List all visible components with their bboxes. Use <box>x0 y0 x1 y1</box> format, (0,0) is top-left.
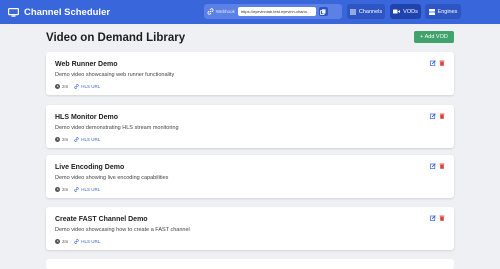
hls-url-link[interactable]: HLS URL <box>74 187 100 192</box>
vod-title: Create FAST Channel Demo <box>55 216 148 223</box>
brand[interactable]: Channel Scheduler <box>8 7 110 18</box>
add-vod-button[interactable]: + Add VOD <box>414 31 454 43</box>
webhook-bar: Webhook https://eyevinnlab-test.eyevinn-… <box>204 4 342 19</box>
video-icon <box>393 9 401 14</box>
delete-icon[interactable] <box>439 215 445 221</box>
clock-icon <box>55 84 60 89</box>
vod-duration-value: 2m <box>62 239 69 244</box>
link-icon <box>74 84 79 89</box>
link-icon <box>74 187 79 192</box>
link-icon <box>207 8 214 15</box>
copy-webhook-button[interactable] <box>318 7 328 16</box>
clock-icon <box>55 187 60 192</box>
vod-duration-value: 2m <box>62 84 69 89</box>
monitor-icon <box>8 7 19 17</box>
nav-channels-button[interactable]: Channels <box>347 4 385 19</box>
webhook-label: Webhook <box>216 9 235 14</box>
vod-title: Live Encoding Demo <box>55 164 125 171</box>
delete-icon[interactable] <box>439 113 445 119</box>
nav-engines-button[interactable]: Engines <box>425 4 461 19</box>
webhook-url-field[interactable]: https://eyevinnlab-test.eyevinn-channel-… <box>237 7 316 16</box>
vod-duration: 2m <box>55 84 68 89</box>
vod-title: HLS Monitor Demo <box>55 114 118 121</box>
page-title: Video on Demand Library <box>46 32 186 44</box>
link-icon <box>74 137 79 142</box>
vod-title: Web Runner Demo <box>55 61 118 68</box>
hls-url-link[interactable]: HLS URL <box>74 239 100 244</box>
nav-engines-label: Engines <box>437 8 458 15</box>
clock-icon <box>55 137 60 142</box>
vod-description: Demo video showing live encoding capabil… <box>55 175 169 181</box>
vod-card: HLS Monitor Demo Demo video demonstratin… <box>46 105 454 148</box>
app-title: Channel Scheduler <box>24 6 111 18</box>
vod-duration-value: 2m <box>62 187 69 192</box>
vod-card: Web Runner Demo Demo video showcasing we… <box>46 52 454 95</box>
vod-description: Demo video showcasing how to create a FA… <box>55 227 190 233</box>
hls-url-label: HLS URL <box>81 187 101 192</box>
vod-card: Live Encoding Demo Demo video showing li… <box>46 155 454 198</box>
hls-url-link[interactable]: HLS URL <box>74 84 100 89</box>
hls-url-link[interactable]: HLS URL <box>74 137 100 142</box>
server-icon <box>428 8 435 15</box>
hls-url-label: HLS URL <box>81 239 101 244</box>
edit-icon[interactable] <box>430 163 436 169</box>
vod-duration-value: 2m <box>62 137 69 142</box>
list-icon <box>349 9 356 14</box>
hls-url-label: HLS URL <box>81 137 101 142</box>
delete-icon[interactable] <box>439 60 445 66</box>
hls-url-label: HLS URL <box>81 84 101 89</box>
delete-icon[interactable] <box>439 163 445 169</box>
link-icon <box>74 239 79 244</box>
clock-icon <box>55 239 60 244</box>
nav-channels-label: Channels <box>358 8 383 15</box>
edit-icon[interactable] <box>430 113 436 119</box>
nav-vods-label: VODs <box>403 8 418 15</box>
edit-icon[interactable] <box>430 60 436 66</box>
vod-card-partial <box>46 259 454 269</box>
vod-duration: 2m <box>55 137 68 142</box>
vod-description: Demo video demonstrating HLS stream moni… <box>55 125 179 131</box>
edit-icon[interactable] <box>430 215 436 221</box>
vod-duration: 2m <box>55 239 68 244</box>
copy-icon <box>320 8 326 15</box>
vod-description: Demo video showcasing web runner functio… <box>55 72 175 78</box>
vod-duration: 2m <box>55 187 68 192</box>
nav-vods-button[interactable]: VODs <box>390 4 421 19</box>
vod-card: Create FAST Channel Demo Demo video show… <box>46 207 454 250</box>
